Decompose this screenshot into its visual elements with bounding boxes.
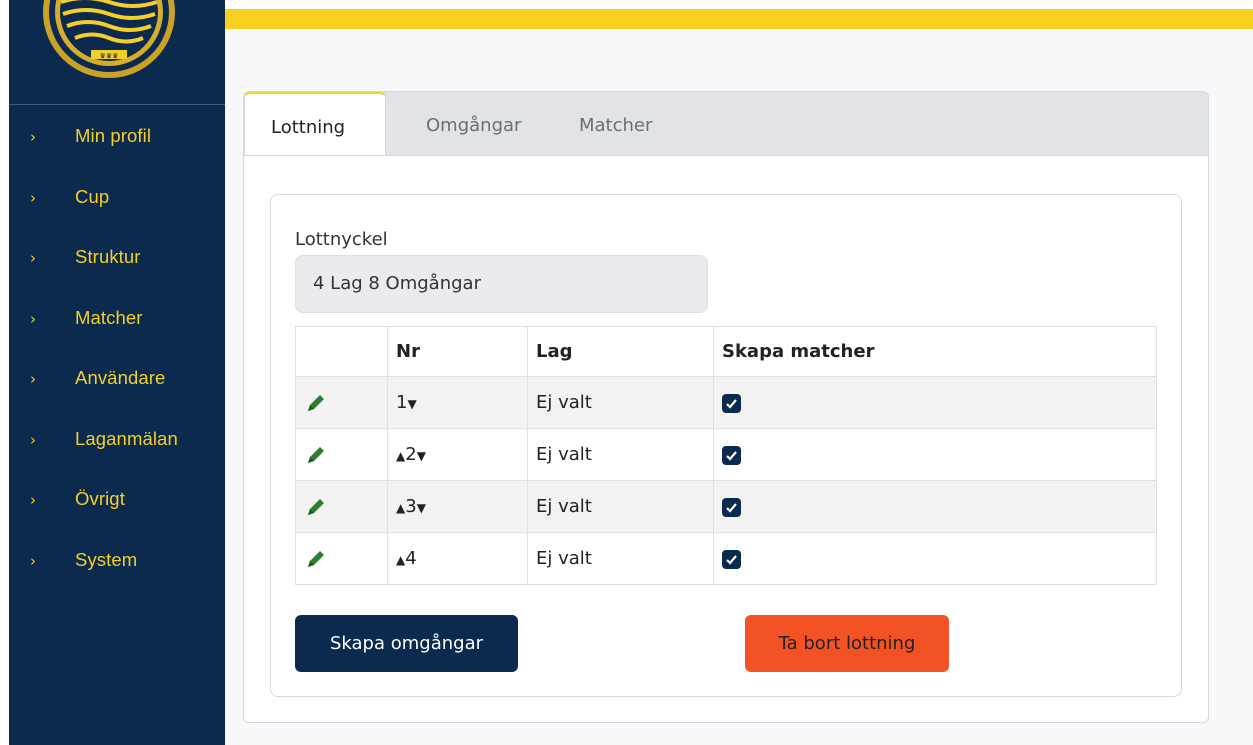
lottnyckel-field[interactable]: 4 Lag 8 Omgångar [295,255,708,313]
row-number: 3 [405,496,417,517]
row-number: 2 [405,444,417,465]
skapa-cell [713,532,1157,585]
pencil-icon[interactable] [304,547,328,571]
header-skapa-matcher[interactable]: Skapa matcher [713,326,1157,377]
sidebar-item-label: Matcher [75,306,143,328]
chevron-right-icon: › [30,430,36,449]
checkbox-checked-icon[interactable] [722,549,741,569]
edit-cell [295,480,388,533]
sidebar-item-label: System [75,548,138,570]
lottning-card: Lottning Omgångar Matcher Lottnyckel 4 L… [243,91,1209,723]
sidebar-item-min-profil[interactable]: › Min profil [9,107,225,168]
sidebar-divider [9,104,225,105]
draw-panel: Lottnyckel 4 Lag 8 Omgångar Nr Lag Skapa… [270,194,1182,697]
chevron-right-icon: › [30,491,36,509]
lag-cell: Ej valt [527,532,714,585]
svg-text:♛♛♛: ♛♛♛ [100,52,119,60]
table-row: ▲4 Ej valt [295,532,1157,585]
sidebar-item-cup[interactable]: › Cup [9,168,225,229]
pencil-icon[interactable] [304,495,328,519]
lag-cell: Ej valt [527,480,714,533]
nr-cell: 1▼ [387,376,528,429]
tab-matcher[interactable]: Matcher [556,92,686,155]
caret-up-icon[interactable]: ▲ [396,553,405,567]
emblem-logo: ♛♛♛ [29,0,199,80]
sidebar-item-matcher[interactable]: › Matcher [9,289,225,350]
chevron-right-icon: › [30,128,36,146]
nr-cell: ▲4 [387,532,528,585]
draw-table: Nr Lag Skapa matcher 1▼ Ej valt ▲2▼ Ej v… [295,326,1157,585]
sidebar-item-system[interactable]: › System [9,531,225,592]
tab-label: Lottning [271,117,346,138]
edit-cell [295,428,388,481]
tab-omgangar[interactable]: Omgångar [386,92,556,155]
sidebar-item-anvandare[interactable]: › Användare [9,349,225,410]
lag-cell: Ej valt [527,428,714,481]
tab-label: Matcher [579,115,653,136]
edit-cell [295,532,388,585]
table-row: ▲2▼ Ej valt [295,428,1157,481]
main-content: Lottning Omgångar Matcher Lottnyckel 4 L… [225,0,1253,745]
header-nr[interactable]: Nr [387,326,528,377]
tab-bar: Lottning Omgångar Matcher [244,92,1208,156]
chevron-right-icon: › [30,370,36,388]
nr-cell: ▲3▼ [387,480,528,533]
lottnyckel-label: Lottnyckel [295,229,388,250]
caret-up-icon[interactable]: ▲ [396,449,405,463]
checkbox-checked-icon[interactable] [722,393,741,413]
checkbox-checked-icon[interactable] [722,497,741,517]
skapa-cell [713,428,1157,481]
skapa-cell [713,376,1157,429]
caret-up-icon[interactable]: ▲ [396,501,405,515]
skapa-cell [713,480,1157,533]
sidebar-item-label: Min profil [75,125,152,146]
sidebar-nav: › Min profil › Cup › Struktur › Matcher … [9,107,225,591]
table-header-row: Nr Lag Skapa matcher [295,326,1157,377]
sidebar-item-label: Övrigt [75,488,125,509]
lag-cell: Ej valt [527,376,714,429]
chevron-right-icon: › [30,309,36,328]
caret-down-icon[interactable]: ▼ [407,397,416,411]
sidebar-item-ovrigt[interactable]: › Övrigt [9,470,225,531]
chevron-right-icon: › [30,188,36,207]
tab-label: Omgångar [426,115,522,136]
pencil-icon[interactable] [304,391,328,415]
header-lag[interactable]: Lag [527,326,714,377]
chevron-right-icon: › [30,249,36,267]
sidebar-item-label: Cup [75,185,110,207]
row-number: 1 [396,392,408,413]
sidebar-item-label: Struktur [75,246,141,267]
table-row: ▲3▼ Ej valt [295,480,1157,533]
caret-down-icon[interactable]: ▼ [417,501,426,515]
checkbox-checked-icon[interactable] [722,445,741,465]
sidebar-item-laganmalan[interactable]: › Laganmälan [9,410,225,471]
edit-cell [295,376,388,429]
nr-cell: ▲2▼ [387,428,528,481]
tab-lottning[interactable]: Lottning [244,92,386,155]
top-gap [225,0,1253,9]
pencil-icon[interactable] [304,443,328,467]
sidebar-item-struktur[interactable]: › Struktur [9,228,225,289]
sidebar-item-label: Laganmälan [75,427,178,449]
header-edit [295,326,388,377]
row-number: 4 [405,548,417,569]
delete-draw-button[interactable]: Ta bort lottning [745,615,949,672]
caret-down-icon[interactable]: ▼ [417,449,426,463]
create-rounds-button[interactable]: Skapa omgångar [295,615,518,672]
window-edge [0,0,9,745]
table-row: 1▼ Ej valt [295,376,1157,429]
sidebar-item-label: Användare [75,367,166,388]
sidebar: ♛♛♛ › Min profil › Cup › Struktur › Matc… [9,0,225,745]
top-accent-bar [225,9,1253,29]
chevron-right-icon: › [30,551,36,570]
